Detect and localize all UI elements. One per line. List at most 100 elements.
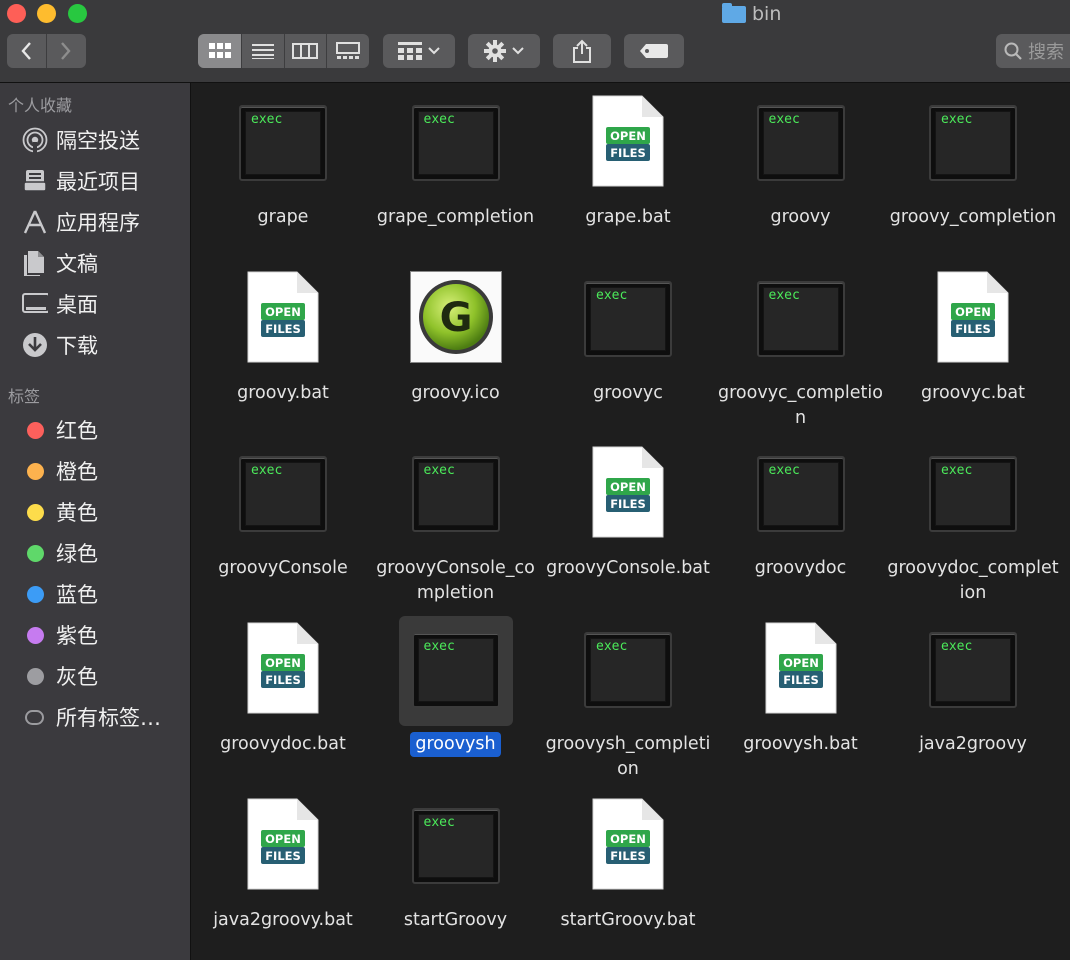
sidebar-tag-purple[interactable]: 紫色 xyxy=(22,617,190,653)
file-name: grape_completion xyxy=(370,205,542,230)
file-item[interactable]: OPEN FILES groovy.bat xyxy=(197,259,369,429)
column-view-button[interactable] xyxy=(285,34,327,68)
back-button[interactable] xyxy=(7,34,47,68)
file-name-text: grape.bat xyxy=(585,207,671,227)
sidebar-item-downloads[interactable]: 下载 xyxy=(22,327,190,363)
file-name: groovysh.bat xyxy=(715,732,887,757)
file-name-text: java2groovy xyxy=(919,734,1027,755)
gallery-view-button[interactable] xyxy=(327,34,369,68)
sidebar-item-applications[interactable]: 应用程序 xyxy=(22,204,190,240)
file-item[interactable]: OPEN FILES groovysh.bat xyxy=(715,610,887,780)
icon-view-button[interactable] xyxy=(198,34,243,68)
file-item[interactable]: exec groovy xyxy=(715,83,887,253)
file-item[interactable]: exec groovyConsole_completion xyxy=(370,434,542,604)
close-window-button[interactable] xyxy=(7,4,26,23)
file-item[interactable]: exec groovyConsole xyxy=(197,434,369,604)
exec-icon-label: exec xyxy=(768,463,800,479)
sidebar-item-label: 隔空投送 xyxy=(56,129,140,153)
file-item[interactable]: exec java2groovy xyxy=(887,610,1059,780)
exec-icon-label: exec xyxy=(768,112,800,127)
gallery-icon xyxy=(335,42,360,59)
zoom-window-button[interactable] xyxy=(68,4,87,23)
file-name-text: groovyConsole xyxy=(218,558,348,579)
bat-file-icon: OPEN FILES xyxy=(247,798,319,890)
window-title: bin xyxy=(722,2,781,26)
sidebar-tag-orange[interactable]: 橙色 xyxy=(22,453,190,489)
grid-icon xyxy=(208,43,231,58)
forward-button[interactable] xyxy=(47,34,87,68)
file-item[interactable]: exec grape_completion xyxy=(370,83,542,253)
files-badge-text: FILES xyxy=(783,673,819,687)
file-item[interactable]: exec groovyc xyxy=(542,259,714,429)
nav-buttons xyxy=(7,34,86,68)
sidebar-item-label: 绿色 xyxy=(56,542,98,566)
exec-file-icon: exec xyxy=(929,632,1017,709)
sidebar-item-label: 应用程序 xyxy=(56,211,140,235)
file-item[interactable]: exec groovydoc_completion xyxy=(887,434,1059,604)
list-view-button[interactable] xyxy=(242,34,285,68)
file-item[interactable]: Ggroovy.ico xyxy=(370,259,542,429)
file-name-text: groovyc xyxy=(593,382,663,403)
file-name: groovysh_completion xyxy=(542,732,714,782)
open-badge-text: OPEN xyxy=(955,305,991,319)
file-name: groovy xyxy=(715,205,887,230)
search-field[interactable]: 搜索 xyxy=(996,34,1070,68)
gray-tag-dot-icon xyxy=(27,667,44,685)
file-item[interactable]: OPEN FILES startGroovy.bat xyxy=(542,786,714,956)
exec-file-icon: exec xyxy=(756,280,845,357)
file-item[interactable]: OPEN FILES groovyConsole.bat xyxy=(542,434,714,604)
exec-file-icon: exec xyxy=(756,105,845,181)
file-item[interactable]: exec groovysh_completion xyxy=(542,610,714,780)
file-item[interactable]: exec groovy_completion xyxy=(887,83,1059,253)
file-item[interactable]: exec groovysh xyxy=(370,610,542,780)
group-by-button[interactable] xyxy=(383,34,455,68)
minimize-window-button[interactable] xyxy=(37,4,56,23)
search-icon xyxy=(1004,42,1022,60)
tags-button[interactable] xyxy=(624,34,684,68)
file-name-text: groovysh.bat xyxy=(743,734,858,755)
file-item[interactable]: exec groovyc_completion xyxy=(715,259,887,429)
file-item[interactable]: OPEN FILES grape.bat xyxy=(542,83,714,253)
file-name-text: groovyc_completion xyxy=(718,382,883,428)
sidebar-all-tags[interactable]: 所有标签… xyxy=(22,699,190,735)
sidebar-item-recents[interactable]: 最近项目 xyxy=(22,163,190,199)
file-item[interactable]: exec grape xyxy=(197,83,369,253)
sidebar-item-desktop[interactable]: 桌面 xyxy=(22,286,190,322)
sidebar-item-documents[interactable]: 文稿 xyxy=(22,245,190,281)
file-name-text: groovyConsole_completion xyxy=(376,558,535,604)
exec-icon-label: exec xyxy=(423,814,455,830)
file-name-text: grape xyxy=(257,207,309,227)
exec-file-icon: exec xyxy=(584,632,672,709)
sidebar-tag-green[interactable]: 绿色 xyxy=(22,535,190,571)
bat-file-icon: OPEN FILES xyxy=(247,622,319,714)
file-name: java2groovy.bat xyxy=(197,908,369,933)
downloads-icon xyxy=(22,332,48,358)
list-icon xyxy=(251,44,274,59)
sidebar-tag-yellow[interactable]: 黄色 xyxy=(22,494,190,530)
sidebar-item-label: 所有标签… xyxy=(56,706,161,730)
share-button[interactable] xyxy=(553,34,611,68)
open-badge-text: OPEN xyxy=(265,656,301,670)
exec-file-icon: exec xyxy=(239,456,327,533)
file-item[interactable]: OPEN FILES groovyc.bat xyxy=(887,259,1059,429)
file-item[interactable]: OPEN FILES groovydoc.bat xyxy=(197,610,369,780)
view-mode-control xyxy=(198,34,369,68)
file-item[interactable]: OPEN FILES java2groovy.bat xyxy=(197,786,369,956)
sidebar-tag-blue[interactable]: 蓝色 xyxy=(22,576,190,612)
file-name-text: java2groovy.bat xyxy=(213,909,353,930)
files-badge-text: FILES xyxy=(265,849,301,863)
red-tag-dot-icon xyxy=(27,421,44,439)
sidebar-tag-red[interactable]: 红色 xyxy=(22,412,190,448)
action-button[interactable] xyxy=(468,34,540,68)
file-item[interactable]: exec startGroovy xyxy=(370,786,542,956)
sidebar-tag-gray[interactable]: 灰色 xyxy=(22,658,190,694)
sidebar-item-airdrop[interactable]: 隔空投送 xyxy=(22,122,190,158)
exec-file-icon: exec xyxy=(929,456,1017,533)
file-item[interactable]: exec groovydoc xyxy=(715,434,887,604)
bat-file-icon: OPEN FILES xyxy=(592,798,664,890)
file-name: groovyc_completion xyxy=(715,381,887,431)
open-badge-text: OPEN xyxy=(610,129,646,143)
gear-icon xyxy=(484,40,506,62)
columns-icon xyxy=(292,43,319,59)
yellow-tag-dot-icon xyxy=(27,503,44,521)
